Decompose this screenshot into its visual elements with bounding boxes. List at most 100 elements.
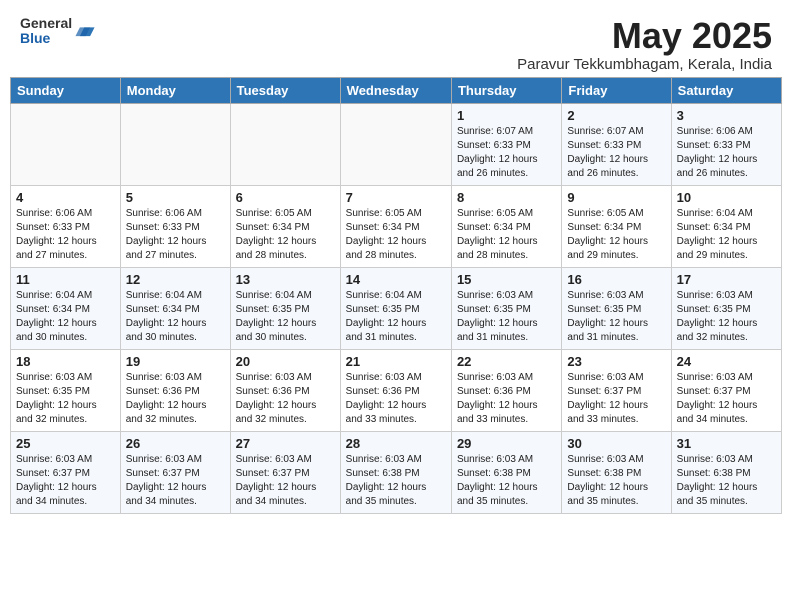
calendar-week-1: 1 Sunrise: 6:07 AM Sunset: 6:33 PM Daylig…: [11, 103, 782, 185]
calendar-cell: 10 Sunrise: 6:04 AM Sunset: 6:34 PM Dayli…: [671, 185, 781, 267]
day-info: Sunrise: 6:04 AM Sunset: 6:35 PM Dayligh…: [346, 289, 446, 345]
day-info: Sunrise: 6:03 AM Sunset: 6:35 PM Dayligh…: [567, 289, 665, 345]
day-number: 9: [567, 190, 665, 205]
logo-general-text: General: [20, 15, 72, 31]
calendar-cell: [11, 103, 121, 185]
day-info: Sunrise: 6:03 AM Sunset: 6:38 PM Dayligh…: [677, 453, 776, 509]
day-info: Sunrise: 6:03 AM Sunset: 6:37 PM Dayligh…: [16, 453, 115, 509]
day-number: 16: [567, 272, 665, 287]
day-info: Sunrise: 6:05 AM Sunset: 6:34 PM Dayligh…: [567, 207, 665, 263]
logo-icon: [74, 20, 96, 42]
calendar-cell: 1 Sunrise: 6:07 AM Sunset: 6:33 PM Daylig…: [451, 103, 561, 185]
day-info: Sunrise: 6:03 AM Sunset: 6:37 PM Dayligh…: [236, 453, 335, 509]
calendar-weekday-tuesday: Tuesday: [230, 77, 340, 103]
logo-blue-text: Blue: [20, 30, 50, 46]
month-year: May 2025: [517, 16, 772, 56]
day-number: 17: [677, 272, 776, 287]
day-number: 20: [236, 354, 335, 369]
calendar-cell: 23 Sunrise: 6:03 AM Sunset: 6:37 PM Dayli…: [562, 349, 671, 431]
day-number: 6: [236, 190, 335, 205]
calendar-cell: 5 Sunrise: 6:06 AM Sunset: 6:33 PM Daylig…: [120, 185, 230, 267]
day-info: Sunrise: 6:04 AM Sunset: 6:34 PM Dayligh…: [16, 289, 115, 345]
day-info: Sunrise: 6:07 AM Sunset: 6:33 PM Dayligh…: [457, 125, 556, 181]
calendar-cell: 25 Sunrise: 6:03 AM Sunset: 6:37 PM Dayli…: [11, 431, 121, 513]
day-number: 5: [126, 190, 225, 205]
calendar-week-3: 11 Sunrise: 6:04 AM Sunset: 6:34 PM Dayli…: [11, 267, 782, 349]
calendar-cell: [340, 103, 451, 185]
day-number: 24: [677, 354, 776, 369]
day-number: 21: [346, 354, 446, 369]
day-info: Sunrise: 6:06 AM Sunset: 6:33 PM Dayligh…: [16, 207, 115, 263]
calendar-table: SundayMondayTuesdayWednesdayThursdayFrid…: [10, 77, 782, 514]
day-number: 31: [677, 436, 776, 451]
title-block: May 2025 Paravur Tekkumbhagam, Kerala, I…: [517, 16, 772, 73]
day-number: 29: [457, 436, 556, 451]
calendar-cell: 3 Sunrise: 6:06 AM Sunset: 6:33 PM Daylig…: [671, 103, 781, 185]
day-info: Sunrise: 6:07 AM Sunset: 6:33 PM Dayligh…: [567, 125, 665, 181]
day-info: Sunrise: 6:03 AM Sunset: 6:38 PM Dayligh…: [567, 453, 665, 509]
calendar-cell: 2 Sunrise: 6:07 AM Sunset: 6:33 PM Daylig…: [562, 103, 671, 185]
day-number: 19: [126, 354, 225, 369]
day-number: 26: [126, 436, 225, 451]
day-info: Sunrise: 6:03 AM Sunset: 6:36 PM Dayligh…: [236, 371, 335, 427]
calendar-cell: 7 Sunrise: 6:05 AM Sunset: 6:34 PM Daylig…: [340, 185, 451, 267]
calendar-weekday-thursday: Thursday: [451, 77, 561, 103]
location: Paravur Tekkumbhagam, Kerala, India: [517, 56, 772, 73]
day-number: 15: [457, 272, 556, 287]
day-info: Sunrise: 6:04 AM Sunset: 6:35 PM Dayligh…: [236, 289, 335, 345]
day-info: Sunrise: 6:03 AM Sunset: 6:36 PM Dayligh…: [126, 371, 225, 427]
day-number: 23: [567, 354, 665, 369]
day-info: Sunrise: 6:03 AM Sunset: 6:37 PM Dayligh…: [567, 371, 665, 427]
day-number: 8: [457, 190, 556, 205]
day-number: 1: [457, 108, 556, 123]
day-info: Sunrise: 6:03 AM Sunset: 6:36 PM Dayligh…: [457, 371, 556, 427]
day-info: Sunrise: 6:03 AM Sunset: 6:36 PM Dayligh…: [346, 371, 446, 427]
day-info: Sunrise: 6:05 AM Sunset: 6:34 PM Dayligh…: [457, 207, 556, 263]
calendar-week-2: 4 Sunrise: 6:06 AM Sunset: 6:33 PM Daylig…: [11, 185, 782, 267]
calendar-cell: 16 Sunrise: 6:03 AM Sunset: 6:35 PM Dayli…: [562, 267, 671, 349]
day-info: Sunrise: 6:03 AM Sunset: 6:35 PM Dayligh…: [16, 371, 115, 427]
calendar-cell: 26Sunrise: 6:03 AM Sunset: 6:37 PM Dayli…: [120, 431, 230, 513]
calendar-cell: 30 Sunrise: 6:03 AM Sunset: 6:38 PM Dayli…: [562, 431, 671, 513]
calendar-cell: 11 Sunrise: 6:04 AM Sunset: 6:34 PM Dayli…: [11, 267, 121, 349]
calendar-weekday-wednesday: Wednesday: [340, 77, 451, 103]
day-number: 4: [16, 190, 115, 205]
calendar-weekday-saturday: Saturday: [671, 77, 781, 103]
calendar-week-4: 18Sunrise: 6:03 AM Sunset: 6:35 PM Dayli…: [11, 349, 782, 431]
calendar-cell: 12Sunrise: 6:04 AM Sunset: 6:34 PM Dayli…: [120, 267, 230, 349]
calendar-cell: 29Sunrise: 6:03 AM Sunset: 6:38 PM Dayli…: [451, 431, 561, 513]
day-number: 3: [677, 108, 776, 123]
day-info: Sunrise: 6:03 AM Sunset: 6:37 PM Dayligh…: [677, 371, 776, 427]
day-number: 11: [16, 272, 115, 287]
calendar-cell: 20 Sunrise: 6:03 AM Sunset: 6:36 PM Dayli…: [230, 349, 340, 431]
day-number: 2: [567, 108, 665, 123]
calendar-week-5: 25 Sunrise: 6:03 AM Sunset: 6:37 PM Dayli…: [11, 431, 782, 513]
calendar-cell: 22Sunrise: 6:03 AM Sunset: 6:36 PM Dayli…: [451, 349, 561, 431]
calendar-cell: 24 Sunrise: 6:03 AM Sunset: 6:37 PM Dayli…: [671, 349, 781, 431]
day-number: 30: [567, 436, 665, 451]
day-number: 10: [677, 190, 776, 205]
day-info: Sunrise: 6:06 AM Sunset: 6:33 PM Dayligh…: [126, 207, 225, 263]
calendar-cell: 21 Sunrise: 6:03 AM Sunset: 6:36 PM Dayli…: [340, 349, 451, 431]
day-number: 25: [16, 436, 115, 451]
calendar-cell: 8 Sunrise: 6:05 AM Sunset: 6:34 PM Daylig…: [451, 185, 561, 267]
calendar-cell: 31 Sunrise: 6:03 AM Sunset: 6:38 PM Dayli…: [671, 431, 781, 513]
calendar-cell: 17 Sunrise: 6:03 AM Sunset: 6:35 PM Dayli…: [671, 267, 781, 349]
day-number: 7: [346, 190, 446, 205]
day-info: Sunrise: 6:03 AM Sunset: 6:35 PM Dayligh…: [457, 289, 556, 345]
calendar-cell: 13Sunrise: 6:04 AM Sunset: 6:35 PM Dayli…: [230, 267, 340, 349]
page-header: General Blue May 2025 Paravur Tekkumbhag…: [10, 10, 782, 73]
day-info: Sunrise: 6:05 AM Sunset: 6:34 PM Dayligh…: [346, 207, 446, 263]
calendar-weekday-friday: Friday: [562, 77, 671, 103]
calendar-cell: 4 Sunrise: 6:06 AM Sunset: 6:33 PM Daylig…: [11, 185, 121, 267]
day-info: Sunrise: 6:04 AM Sunset: 6:34 PM Dayligh…: [126, 289, 225, 345]
day-info: Sunrise: 6:04 AM Sunset: 6:34 PM Dayligh…: [677, 207, 776, 263]
day-info: Sunrise: 6:03 AM Sunset: 6:38 PM Dayligh…: [346, 453, 446, 509]
day-info: Sunrise: 6:05 AM Sunset: 6:34 PM Dayligh…: [236, 207, 335, 263]
calendar-cell: 19 Sunrise: 6:03 AM Sunset: 6:36 PM Dayli…: [120, 349, 230, 431]
day-info: Sunrise: 6:06 AM Sunset: 6:33 PM Dayligh…: [677, 125, 776, 181]
calendar-cell: 28 Sunrise: 6:03 AM Sunset: 6:38 PM Dayli…: [340, 431, 451, 513]
calendar-header-row: SundayMondayTuesdayWednesdayThursdayFrid…: [11, 77, 782, 103]
day-number: 28: [346, 436, 446, 451]
day-info: Sunrise: 6:03 AM Sunset: 6:35 PM Dayligh…: [677, 289, 776, 345]
